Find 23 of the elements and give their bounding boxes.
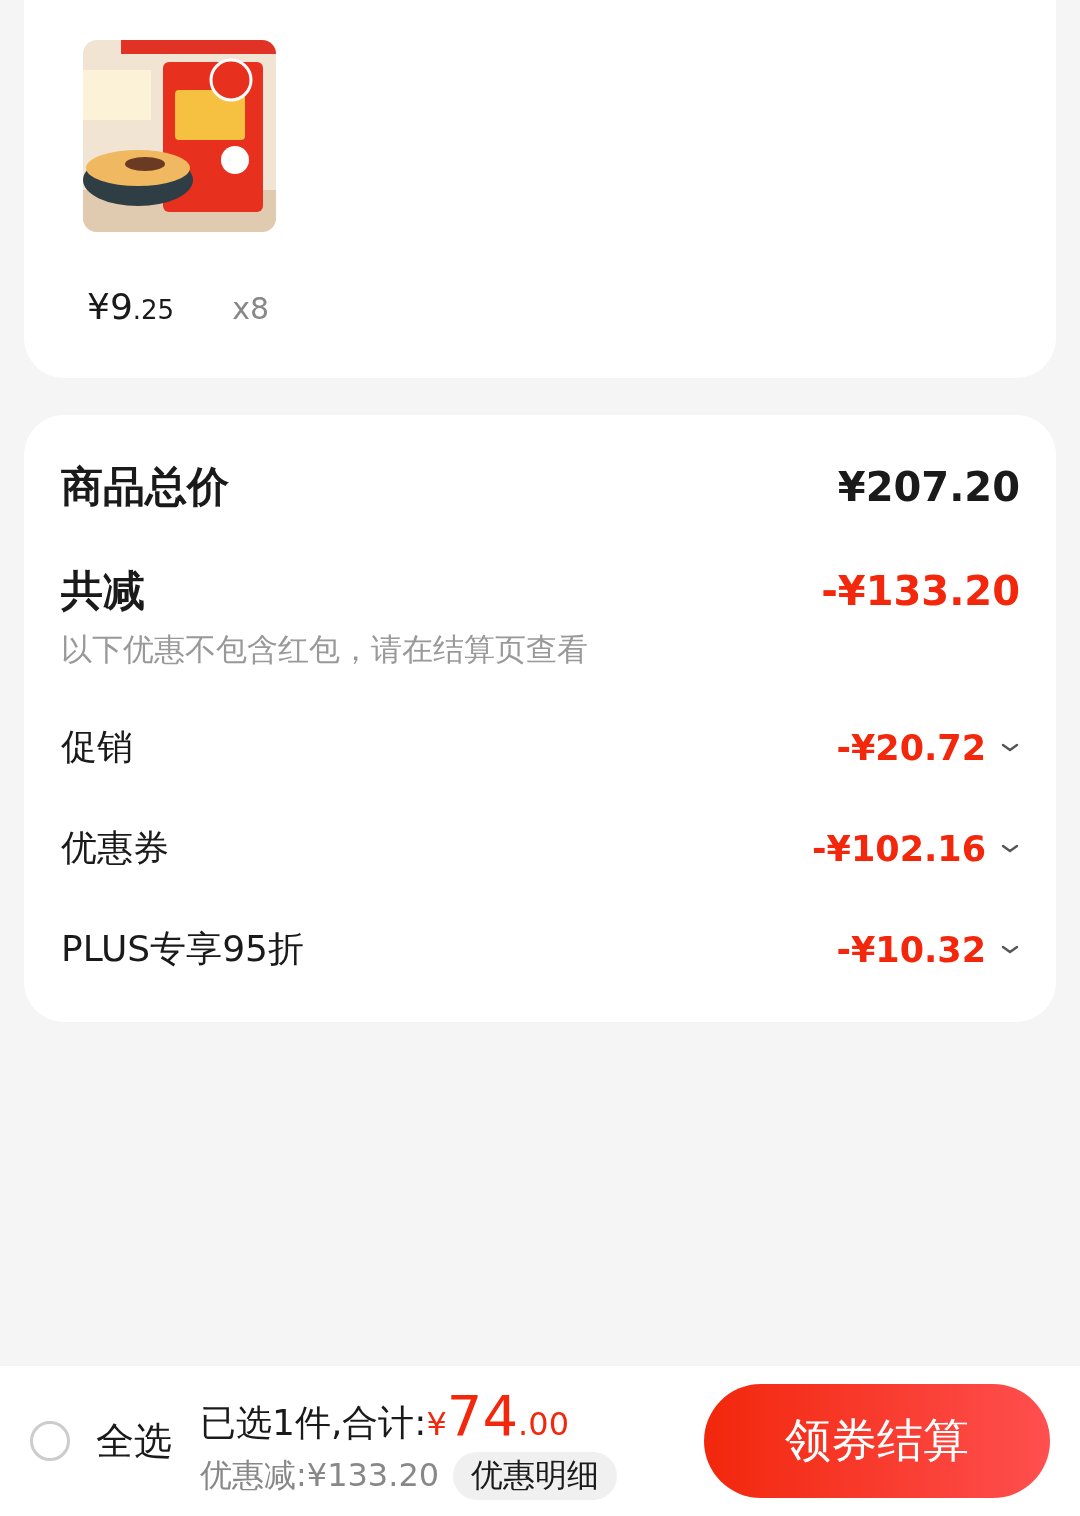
discount-item-value[interactable]: -¥102.16 bbox=[812, 828, 986, 869]
total-label: 商品总价 bbox=[61, 461, 229, 513]
discount-note: 以下优惠不包含红包，请在结算页查看 bbox=[61, 630, 589, 669]
product-quantity: x8 bbox=[232, 291, 269, 326]
chevron-down-icon[interactable] bbox=[1000, 742, 1020, 753]
discount-item-label: 优惠券 bbox=[61, 826, 170, 870]
select-all-radio[interactable] bbox=[30, 1421, 70, 1461]
discount-item-label: 促销 bbox=[61, 725, 134, 769]
total-price: ¥74.00 bbox=[426, 1382, 569, 1448]
discount-label: 共减 bbox=[61, 565, 145, 617]
discount-item-value[interactable]: -¥20.72 bbox=[836, 727, 986, 768]
discount-item-label: PLUS专享95折 bbox=[61, 927, 305, 971]
total-value: ¥207.20 bbox=[837, 464, 1020, 510]
discount-item-value[interactable]: -¥10.32 bbox=[836, 929, 986, 970]
chevron-down-icon[interactable] bbox=[1000, 843, 1020, 854]
chevron-down-icon[interactable] bbox=[1000, 944, 1020, 955]
select-all-label[interactable]: 全选 bbox=[96, 1415, 172, 1467]
discount-detail-button[interactable]: 优惠明细 bbox=[453, 1451, 618, 1500]
checkout-button[interactable]: 领券结算 bbox=[704, 1384, 1050, 1498]
discount-value: -¥133.20 bbox=[821, 568, 1020, 614]
product-price: ¥9.25 bbox=[87, 286, 175, 327]
discount-summary: 优惠减:¥133.20 bbox=[200, 1454, 440, 1496]
selected-summary: 已选1件,合计: bbox=[200, 1400, 427, 1445]
